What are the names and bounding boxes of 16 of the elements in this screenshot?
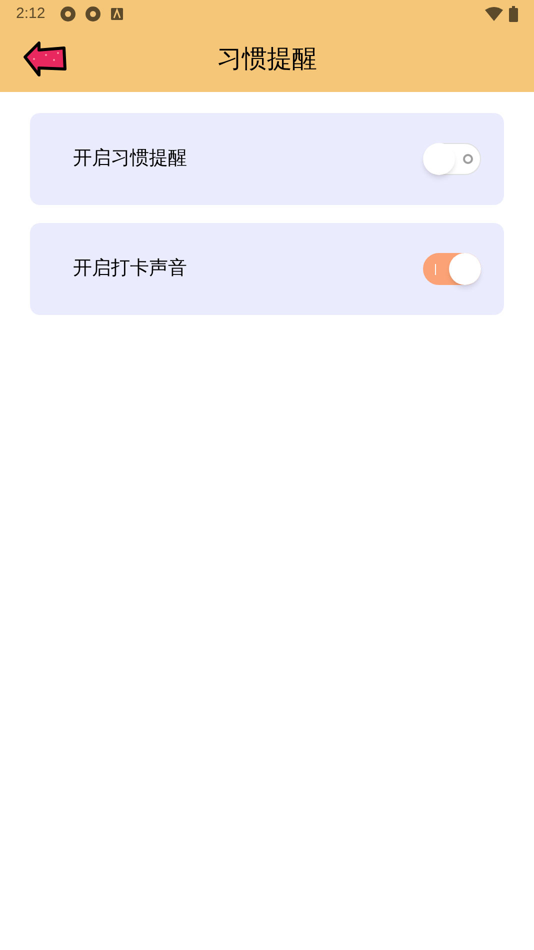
setting-label: 开启习惯提醒 — [73, 146, 188, 171]
aperture-icon — [85, 6, 102, 22]
toggle-switch[interactable] — [423, 143, 481, 175]
back-button[interactable] — [22, 40, 68, 78]
battery-icon — [509, 6, 518, 22]
off-icon — [463, 154, 473, 164]
page-title: 习惯提醒 — [217, 44, 317, 76]
status-time: 2:12 — [16, 4, 46, 24]
wifi-icon — [485, 7, 503, 21]
aperture-icon — [60, 6, 76, 22]
app-icon — [111, 8, 124, 20]
toggle-thumb — [423, 143, 455, 175]
back-arrow-icon — [22, 40, 68, 78]
setting-label: 开启打卡声音 — [73, 256, 188, 281]
toggle-thumb — [449, 253, 481, 285]
toggle-switch[interactable] — [423, 253, 481, 285]
